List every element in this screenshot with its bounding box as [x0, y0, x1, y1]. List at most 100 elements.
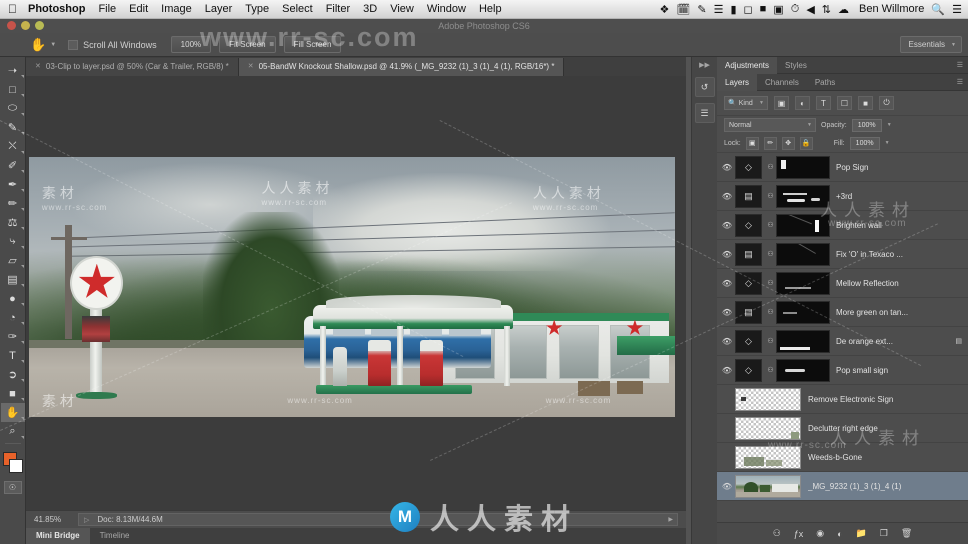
fill-chevron-icon[interactable]: ▼	[885, 140, 890, 146]
fit-screen-button[interactable]: Fit Screen	[219, 36, 276, 53]
menu-item-view[interactable]: View	[390, 3, 414, 15]
menu-item-filter[interactable]: Filter	[326, 3, 350, 15]
layer-thumbnail[interactable]	[735, 387, 801, 411]
tab-adjustments[interactable]: Adjustments	[717, 56, 778, 74]
menu-item-photoshop[interactable]: Photoshop	[28, 3, 85, 15]
type-filter-icon[interactable]: T	[816, 96, 831, 110]
smart-object-filter-icon[interactable]: ■	[858, 96, 873, 110]
layer-mask-thumbnail[interactable]	[776, 329, 830, 353]
table-row[interactable]: Weeds-b-Gone	[717, 443, 968, 472]
screenshot-icon[interactable]: ■	[760, 3, 767, 15]
layer-thumbnail[interactable]: ▤	[735, 242, 762, 266]
marquee-tool[interactable]: □	[1, 80, 25, 99]
history-brush-tool[interactable]: ⤷	[1, 232, 25, 251]
layer-name[interactable]: De orange ext...	[836, 337, 955, 346]
tab-channels[interactable]: Channels	[757, 74, 807, 91]
bluetooth-icon[interactable]: ⇅	[822, 3, 831, 16]
apple-icon[interactable]: 	[8, 3, 17, 15]
layer-thumbnail[interactable]: ◇	[735, 155, 762, 179]
layer-name[interactable]: More green on tan...	[836, 308, 968, 317]
menu-item-image[interactable]: Image	[161, 3, 192, 15]
lock-image-icon[interactable]: ✏	[763, 136, 777, 150]
wifi-icon[interactable]: ☁	[838, 3, 849, 16]
menu-item-select[interactable]: Select	[282, 3, 313, 15]
layer-visibility-icon[interactable]: 👁	[719, 192, 735, 201]
link-mask-icon[interactable]: ⚇	[765, 337, 776, 345]
quick-mask-icon[interactable]: ☉	[3, 481, 22, 494]
notification-center-icon[interactable]: ☰	[952, 3, 962, 16]
menu-item-layer[interactable]: Layer	[205, 3, 233, 15]
display-icon[interactable]: ☰	[714, 3, 724, 16]
layer-visibility-icon[interactable]: 👁	[719, 308, 735, 317]
layer-name[interactable]: Fix 'O' in Texaco ...	[836, 250, 968, 259]
link-mask-icon[interactable]: ⚇	[765, 221, 776, 229]
toggle-filter-icon[interactable]: ⏻	[879, 96, 894, 110]
gradient-tool[interactable]: ▤	[1, 270, 25, 289]
background-color-swatch[interactable]	[8, 459, 23, 473]
layer-fx-icon[interactable]: ▤	[955, 337, 962, 345]
pixel-filter-icon[interactable]: ▣	[774, 96, 789, 110]
menu-user-name[interactable]: Ben Willmore	[859, 3, 924, 15]
menu-item-file[interactable]: File	[98, 3, 116, 15]
table-row[interactable]: 👁 ◇ ⚇ Mellow Reflection	[717, 269, 968, 298]
layer-name[interactable]: Brighten wall	[836, 221, 968, 230]
calendar-icon[interactable]: 🗓	[676, 3, 690, 16]
layer-mask-thumbnail[interactable]	[776, 300, 830, 324]
blend-mode-select[interactable]: Normal	[724, 118, 816, 132]
minimize-button[interactable]	[21, 21, 30, 30]
layer-visibility-icon[interactable]: 👁	[719, 366, 735, 375]
layer-visibility-icon[interactable]: 👁	[719, 250, 735, 259]
zoom-100-button[interactable]: 100%	[170, 36, 212, 53]
layer-name[interactable]: Pop Sign	[836, 163, 968, 172]
table-row[interactable]: 👁 ▤ ⚇ +3rd	[717, 182, 968, 211]
link-mask-icon[interactable]: ⚇	[765, 279, 776, 287]
layer-thumbnail[interactable]	[735, 445, 801, 469]
layer-visibility-icon[interactable]: 👁	[719, 337, 735, 346]
hand-tool[interactable]: ✋	[0, 403, 25, 422]
table-row[interactable]: 👁 ▤ ⚇ Fix 'O' in Texaco ...	[717, 240, 968, 269]
dodge-tool[interactable]: ◔	[1, 308, 25, 327]
table-row[interactable]: 👁 ▤ ⚇ More green on tan...	[717, 298, 968, 327]
collapse-panels-icon[interactable]: ▶▶	[699, 61, 710, 69]
eraser-tool[interactable]: ▱	[1, 251, 25, 270]
layer-thumbnail[interactable]	[735, 416, 801, 440]
table-row[interactable]: Remove Electronic Sign	[717, 385, 968, 414]
layer-name[interactable]: Pop small sign	[836, 366, 968, 375]
color-swatches[interactable]	[1, 451, 25, 475]
layer-mask-thumbnail[interactable]	[776, 155, 830, 179]
layer-name[interactable]: Declutter right edge	[808, 424, 968, 433]
panel-menu-icon[interactable]: ☰	[957, 61, 963, 69]
document-tab-1[interactable]: ✕ 03-Clip to layer.psd @ 50% (Car & Trai…	[26, 58, 239, 76]
close-icon[interactable]: ✕	[248, 58, 254, 76]
properties-panel-icon[interactable]: ☰	[694, 103, 715, 123]
link-mask-icon[interactable]: ⚇	[765, 366, 776, 374]
layer-filter-kind-select[interactable]: 🔍 Kind ▼	[724, 96, 768, 110]
hand-tool-icon[interactable]: ✋	[30, 37, 46, 53]
menu-item-edit[interactable]: Edit	[129, 3, 148, 15]
fill-value[interactable]: 100%	[849, 136, 880, 150]
document-tab-2[interactable]: ✕ 05-BandW Knockout Shallow.psd @ 41.9% …	[238, 58, 565, 76]
table-row[interactable]: 👁 ◇ ⚇ Pop Sign	[717, 153, 968, 182]
layer-name[interactable]: Remove Electronic Sign	[808, 395, 968, 404]
clone-stamp-tool[interactable]: ⚖	[1, 213, 25, 232]
window-controls[interactable]	[7, 21, 44, 30]
layer-thumbnail[interactable]: ◇	[735, 271, 762, 295]
menu-item-help[interactable]: Help	[479, 3, 502, 15]
layer-thumbnail[interactable]	[735, 474, 801, 498]
table-row[interactable]: Declutter right edge	[717, 414, 968, 443]
lock-transparency-icon[interactable]: ▣	[745, 136, 759, 150]
lock-position-icon[interactable]: ✥	[781, 136, 795, 150]
airplay-icon[interactable]: ▣	[773, 3, 783, 16]
eyedropper-tool[interactable]: ✐	[1, 156, 25, 175]
canvas-area[interactable]: 素材 www.rr-sc.com 人人素材 www.rr-sc.com 人人素材 ww…	[26, 76, 686, 510]
path-selection-tool[interactable]: ➲	[1, 365, 25, 384]
move-tool[interactable]: ➝	[1, 61, 25, 80]
table-row[interactable]: 👁 ◇ ⚇ Pop small sign	[717, 356, 968, 385]
blur-tool[interactable]: ●	[1, 289, 25, 308]
rectangle-tool[interactable]: ■	[1, 384, 25, 403]
tool-preset-chevron-icon[interactable]: ▼	[50, 42, 56, 48]
layer-visibility-icon[interactable]: 👁	[719, 163, 735, 172]
tab-styles[interactable]: Styles	[777, 57, 815, 74]
scroll-all-windows-checkbox[interactable]	[68, 39, 79, 50]
panel-menu-icon[interactable]: ☰	[957, 78, 963, 86]
